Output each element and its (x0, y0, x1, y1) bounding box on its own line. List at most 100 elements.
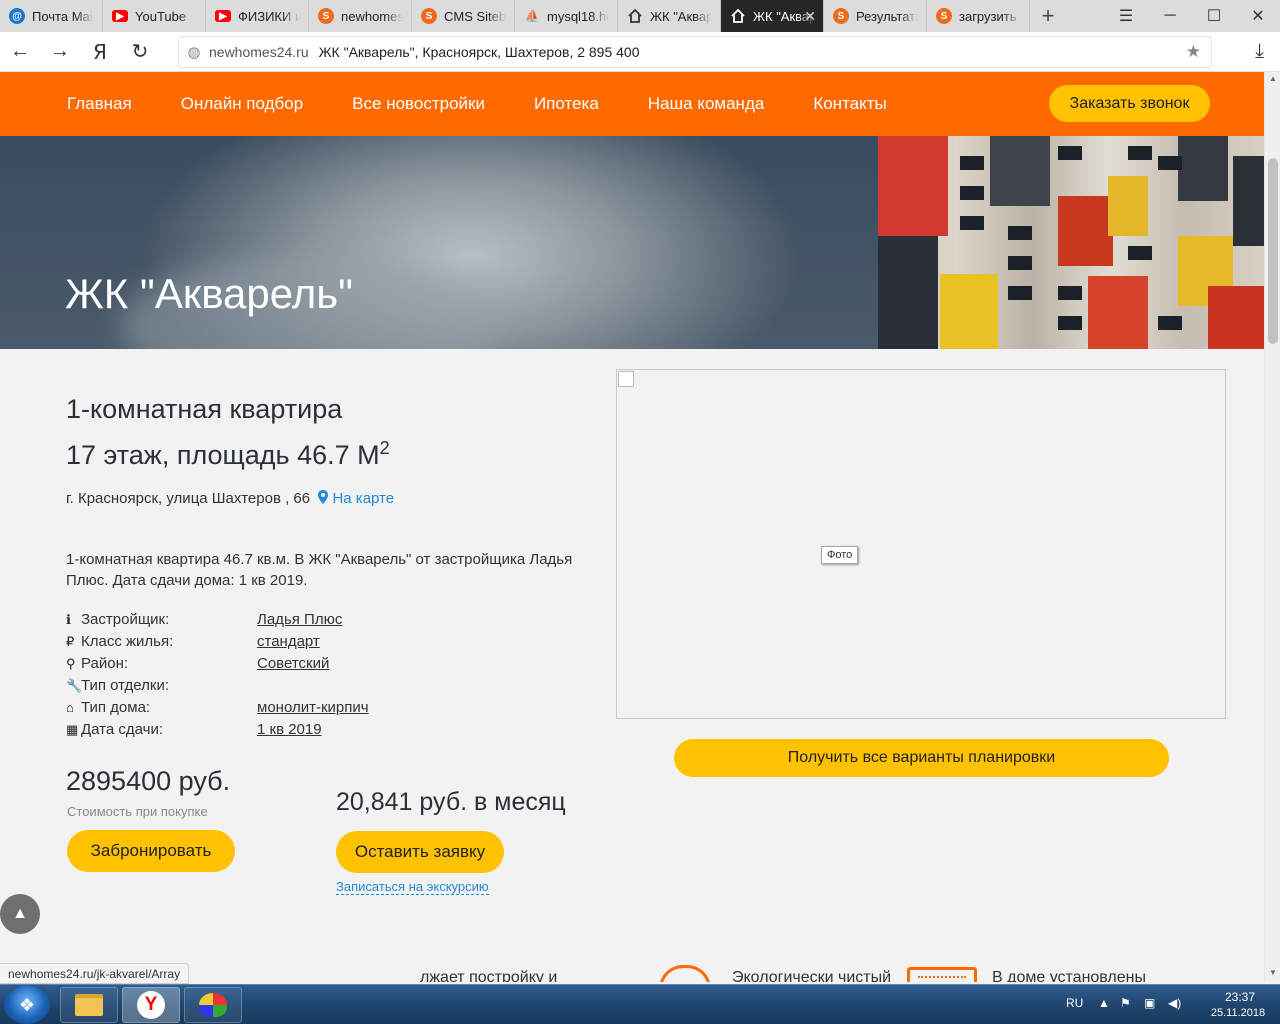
browser-tab[interactable]: Snewhomes24.ru (309, 0, 412, 32)
order-call-button[interactable]: Заказать звонок (1049, 85, 1210, 122)
feature-installed: В доме установлены (992, 969, 1146, 982)
close-tab-icon[interactable]: ✕ (804, 8, 816, 25)
site-header: Главная Онлайн подбор Все новостройки Ип… (0, 72, 1264, 136)
windows-taskbar: ❖ Y RU ▲ ⚑ ▣ ◀) 23:37 25.11.2018 (0, 984, 1280, 1024)
hero-banner: ЖК "Акварель" (0, 136, 1264, 349)
browser-tab[interactable]: ⛵mysql18.hostland.ru (515, 0, 618, 32)
address-bar[interactable]: ◍ newhomes24.ru ЖК "Акварель", Красноярс… (178, 36, 1212, 68)
bookmark-star-icon[interactable]: ★ (1186, 42, 1201, 62)
youtube-icon: ▶ (112, 10, 128, 22)
show-on-map-link[interactable]: На карте (318, 490, 394, 507)
menu-icon[interactable]: ☰ (1104, 0, 1148, 32)
scroll-down-icon[interactable]: ▼ (1265, 968, 1280, 977)
excursion-link[interactable]: Записаться на экскурсию (336, 879, 489, 895)
nav-all-newbuilds[interactable]: Все новостройки (352, 94, 485, 114)
wrench-icon: 🔧 (66, 678, 83, 693)
chevron-up-icon: ▲ (12, 905, 28, 922)
taskbar-yandex-browser[interactable]: Y (122, 987, 180, 1023)
calendar-icon: ▦ (66, 722, 79, 737)
nav-our-team[interactable]: Наша команда (648, 94, 765, 114)
listing-photo[interactable]: Фото (616, 369, 1226, 719)
browser-tab-active[interactable]: ЖК "Акварель"✕ (721, 0, 824, 32)
price-note: Стоимость при покупке (67, 804, 208, 819)
page-scrollbar[interactable]: ▲ ▼ (1264, 72, 1280, 982)
info-icon: ℹ (66, 612, 71, 627)
monthly-payment: 20,841 руб. в месяц (336, 788, 566, 816)
windows-logo-icon: ❖ (18, 994, 36, 1015)
listing-description: 1-комнатная квартира 46.7 кв.м. В ЖК "Ак… (66, 551, 573, 589)
yandex-logo-icon[interactable]: Я (80, 32, 120, 72)
browser-tab[interactable]: @Почта Mail.Ru (0, 0, 103, 32)
clock-time[interactable]: 23:37 (1214, 990, 1266, 1004)
sitebill-icon: S (421, 8, 437, 24)
map-marker-icon: ⚲ (66, 656, 76, 671)
cloud-icon (659, 965, 711, 982)
listing-floor-area: 17 этаж, площадь 46.7 М2 (66, 438, 390, 470)
apply-button[interactable]: Оставить заявку (336, 831, 504, 873)
url-domain: newhomes24.ru (209, 44, 309, 60)
language-indicator[interactable]: RU (1066, 996, 1083, 1010)
windows-start-button[interactable]: ❖ (4, 986, 50, 1024)
completion-date-link[interactable]: 1 кв 2019 (257, 721, 322, 738)
scroll-up-icon[interactable]: ▲ (1265, 74, 1280, 83)
scroll-to-top-button[interactable]: ▲ (0, 894, 40, 934)
browser-tab[interactable]: ▶ФИЗИКИ и ЛИРИКИ (206, 0, 309, 32)
download-icon[interactable]: ⤓ (1255, 40, 1264, 63)
taskbar-explorer[interactable] (60, 987, 118, 1023)
globe-icon: ◍ (187, 44, 201, 61)
page-viewport: Главная Онлайн подбор Все новостройки Ип… (0, 72, 1264, 982)
action-center-icon[interactable]: ⚑ (1120, 996, 1131, 1010)
window-controls: ☰ ─ ☐ ✕ (1104, 0, 1280, 32)
scrollbar-thumb[interactable] (1268, 158, 1278, 344)
status-url-hint: newhomes24.ru/jk-akvarel/Array (0, 963, 190, 984)
housing-class-link[interactable]: стандарт (257, 633, 320, 650)
paint-palette-icon (199, 993, 227, 1017)
browser-toolbar: ← → Я ↻ ◍ newhomes24.ru ЖК "Акварель", К… (0, 32, 1280, 72)
listing-title: 1-комнатная квартира (66, 394, 343, 424)
nav-home[interactable]: Главная (67, 94, 132, 114)
browser-tab[interactable]: Sзагрузить (927, 0, 1030, 32)
youtube-icon: ▶ (215, 10, 231, 22)
phpmyadmin-icon: ⛵ (524, 9, 540, 23)
taskbar-paint[interactable] (184, 987, 242, 1023)
nav-mortgage[interactable]: Ипотека (534, 94, 599, 114)
back-arrow-icon[interactable]: ← (0, 32, 40, 72)
browser-tab-bar: @Почта Mail.Ru ▶YouTube ▶ФИЗИКИ и ЛИРИКИ… (0, 0, 1280, 32)
new-tab-button[interactable]: + (1030, 0, 1066, 32)
volume-icon[interactable]: ◀) (1168, 996, 1181, 1010)
get-floor-plans-button[interactable]: Получить все варианты планировки (674, 739, 1169, 777)
browser-tab[interactable]: ▶ YouTube (103, 0, 206, 32)
minimize-button[interactable]: ─ (1148, 0, 1192, 32)
features-text: лжает постройку и (420, 969, 558, 982)
nav-contacts[interactable]: Контакты (813, 94, 886, 114)
yandex-browser-icon: Y (137, 991, 165, 1019)
clock-date[interactable]: 25.11.2018 (1200, 1007, 1276, 1019)
close-window-button[interactable]: ✕ (1236, 0, 1280, 32)
listing-address: г. Красноярск, улица Шахтеров , 66 На ка… (66, 490, 395, 507)
folder-icon (75, 994, 103, 1016)
nav-online-search[interactable]: Онлайн подбор (181, 94, 303, 114)
district-link[interactable]: Советский (257, 655, 329, 672)
show-hidden-icons-icon[interactable]: ▲ (1098, 996, 1110, 1010)
sitebill-icon: S (318, 8, 334, 24)
book-button[interactable]: Забронировать (67, 830, 235, 872)
browser-tab[interactable]: ЖК "Акварель" (618, 0, 721, 32)
reload-icon[interactable]: ↻ (120, 32, 160, 72)
developer-link[interactable]: Ладья Плюс (257, 611, 342, 628)
feature-eco: Экологически чистый (732, 969, 892, 982)
meter-icon (907, 967, 977, 982)
browser-tab[interactable]: S CMS Sitebill (412, 0, 515, 32)
url-page-title: ЖК "Акварель", Красноярск, Шахтеров, 2 8… (318, 44, 640, 60)
forward-arrow-icon[interactable]: → (40, 32, 80, 72)
network-icon[interactable]: ▣ (1144, 996, 1155, 1010)
sitebill-icon: S (936, 8, 952, 24)
listing-price: 2895400 руб. (66, 766, 231, 796)
maximize-button[interactable]: ☐ (1192, 0, 1236, 32)
main-menu: Главная Онлайн подбор Все новостройки Ип… (67, 72, 936, 136)
house-type-link[interactable]: монолит-кирпич (257, 699, 369, 716)
browser-tab[interactable]: SРезультаты поиска (824, 0, 927, 32)
building-image (878, 136, 1264, 349)
house-icon (730, 8, 746, 24)
map-marker-icon (318, 490, 329, 504)
ruble-icon: ₽ (66, 634, 75, 649)
